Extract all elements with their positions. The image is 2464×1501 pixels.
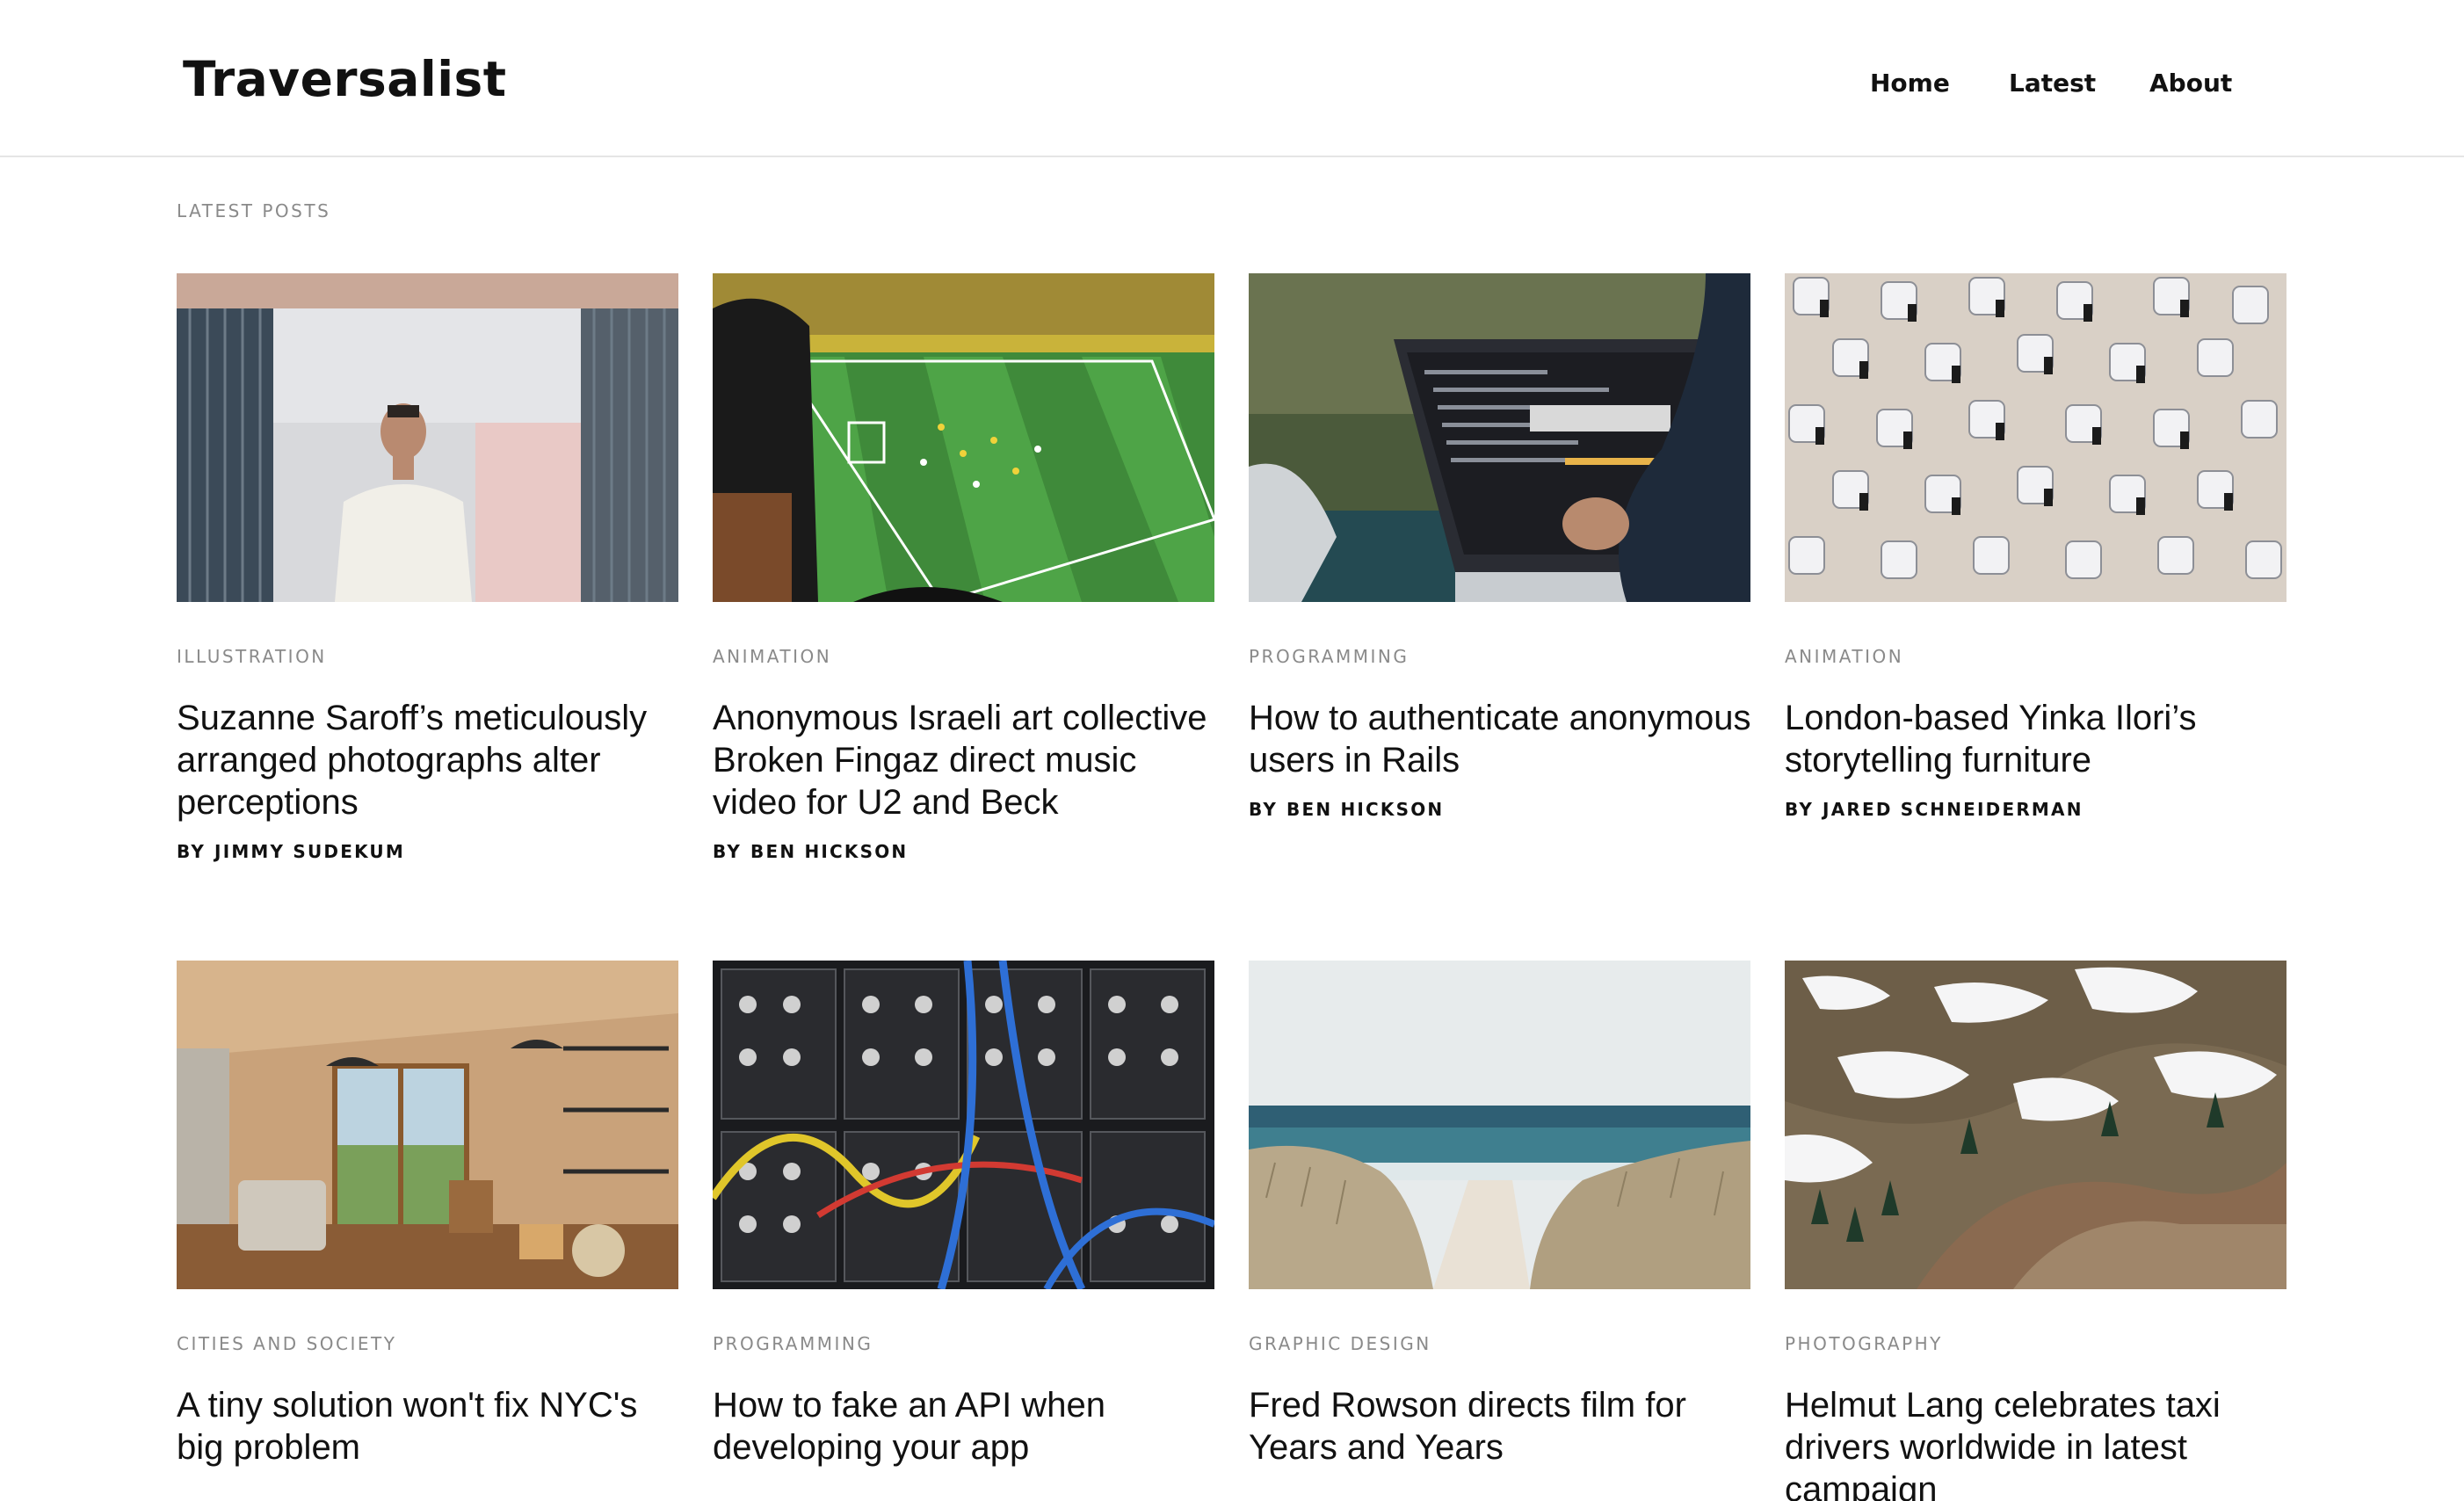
post-card[interactable]: PROGRAMMING How to fake an API when deve… [713,961,1214,1468]
post-byline: BY JIMMY SUDEKUM [177,841,678,862]
post-category[interactable]: ANIMATION [713,646,1214,667]
post-author[interactable]: JARED SCHNEIDERMAN [1823,799,2084,820]
post-byline: BY JARED SCHNEIDERMAN [1785,799,2286,820]
post-title[interactable]: A tiny solution won't fix NYC's big prob… [177,1384,682,1468]
post-title[interactable]: How to authenticate anonymous users in R… [1249,697,1754,781]
post-image-beach-chairs[interactable] [1785,273,2286,602]
post-card[interactable]: GRAPHIC DESIGN Fred Rowson directs film … [1249,961,1750,1468]
post-card[interactable]: PROGRAMMING How to authenticate anonymou… [1249,273,1750,820]
post-card[interactable]: ANIMATION Anonymous Israeli art collecti… [713,273,1214,862]
post-author[interactable]: JIMMY SUDEKUM [214,841,405,862]
post-category[interactable]: CITIES AND SOCIETY [177,1333,678,1354]
post-title[interactable]: Helmut Lang celebrates taxi drivers worl… [1785,1384,2290,1501]
byline-prefix: BY [177,841,207,862]
site-logo[interactable]: Traversalist [183,51,507,107]
post-title[interactable]: Anonymous Israeli art collective Broken … [713,697,1218,823]
post-byline: BY BEN HICKSON [1249,799,1750,820]
nav-latest[interactable]: Latest [2009,69,2096,98]
post-title[interactable]: Fred Rowson directs film for Years and Y… [1249,1384,1754,1468]
post-image-laptop-code[interactable] [1249,273,1750,602]
post-card[interactable]: ILLUSTRATION Suzanne Saroff’s meticulous… [177,273,678,862]
nav-about[interactable]: About [2149,69,2232,98]
post-card[interactable]: ANIMATION London-based Yinka Ilori’s sto… [1785,273,2286,820]
byline-prefix: BY [713,841,743,862]
page: Traversalist Home Latest About LATEST PO… [0,0,2464,1501]
post-image-beach-dunes[interactable] [1249,961,1750,1289]
post-category[interactable]: ANIMATION [1785,646,2286,667]
post-category[interactable]: GRAPHIC DESIGN [1249,1333,1750,1354]
post-title[interactable]: Suzanne Saroff’s meticulously arranged p… [177,697,682,823]
post-image-football-stadium[interactable] [713,273,1214,602]
post-title[interactable]: London-based Yinka Ilori’s storytelling … [1785,697,2290,781]
site-header: Traversalist Home Latest About [0,0,2464,157]
nav-home[interactable]: Home [1870,69,1950,98]
post-image-man-in-container[interactable] [177,273,678,602]
post-image-tiny-house[interactable] [177,961,678,1289]
post-category[interactable]: PHOTOGRAPHY [1785,1333,2286,1354]
post-image-modular-synth[interactable] [713,961,1214,1289]
byline-prefix: BY [1249,799,1279,820]
post-category[interactable]: PROGRAMMING [713,1333,1214,1354]
post-card[interactable]: PHOTOGRAPHY Helmut Lang celebrates taxi … [1785,961,2286,1501]
post-card[interactable]: CITIES AND SOCIETY A tiny solution won't… [177,961,678,1468]
post-category[interactable]: ILLUSTRATION [177,646,678,667]
byline-prefix: BY [1785,799,1815,820]
post-byline: BY BEN HICKSON [713,841,1214,862]
post-category[interactable]: PROGRAMMING [1249,646,1750,667]
post-author[interactable]: BEN HICKSON [750,841,908,862]
post-image-snowy-mountains[interactable] [1785,961,2286,1289]
post-author[interactable]: BEN HICKSON [1286,799,1444,820]
section-label: LATEST POSTS [177,200,331,221]
post-title[interactable]: How to fake an API when developing your … [713,1384,1218,1468]
